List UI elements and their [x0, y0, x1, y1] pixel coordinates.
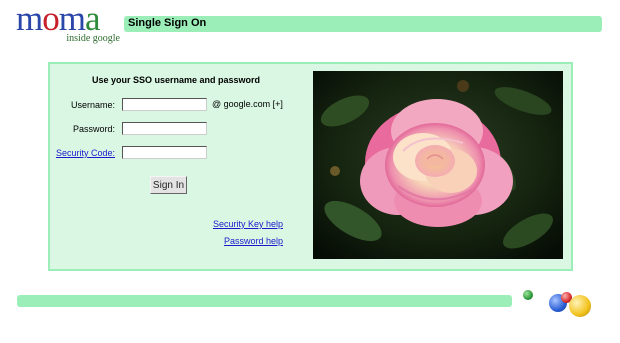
- yellow-ball-icon: [569, 295, 591, 317]
- login-panel: Use your SSO username and password Usern…: [48, 62, 573, 271]
- form-heading: Use your SSO username and password: [92, 75, 261, 85]
- password-help-link[interactable]: Password help: [224, 236, 283, 246]
- rose-photo: [313, 71, 563, 259]
- header-bar: Single Sign On: [124, 16, 602, 32]
- logo-tagline: inside google: [66, 33, 120, 44]
- security-code-field[interactable]: [122, 146, 207, 159]
- logo-letter-1: m: [16, 0, 43, 38]
- moma-logo: moma inside google: [16, 1, 122, 44]
- page-title: Single Sign On: [128, 17, 207, 29]
- green-ball-icon: [523, 290, 533, 300]
- logo-wordmark: moma: [16, 1, 100, 36]
- security-code-link[interactable]: Security Code:: [55, 148, 115, 158]
- logo-letter-2: o: [42, 0, 59, 38]
- username-label: Username:: [70, 100, 115, 110]
- domain-suffix: @ google.com [+]: [212, 99, 283, 109]
- security-key-help-link[interactable]: Security Key help: [213, 219, 283, 229]
- password-field[interactable]: [122, 122, 207, 135]
- footer-bar: [17, 295, 512, 307]
- sign-in-button[interactable]: Sign In: [150, 176, 187, 194]
- username-field[interactable]: [122, 98, 207, 111]
- password-label: Password:: [72, 124, 115, 134]
- rose-image: [313, 71, 563, 259]
